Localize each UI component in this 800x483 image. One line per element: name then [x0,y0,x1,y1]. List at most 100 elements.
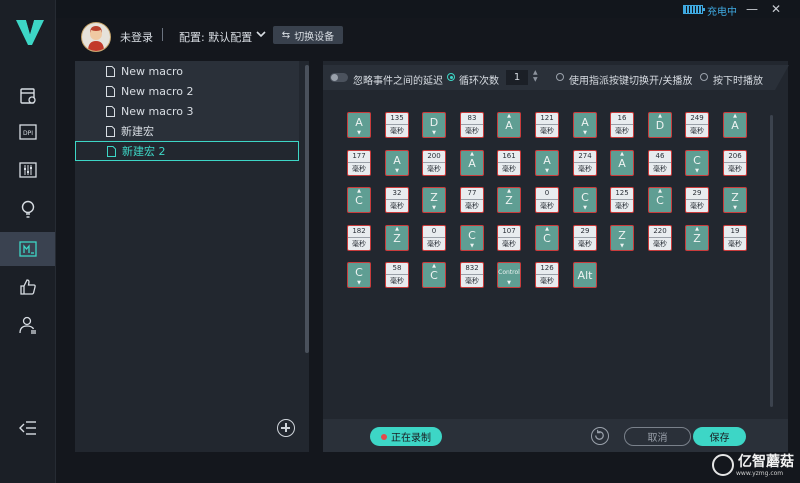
username[interactable]: 未登录 [120,29,153,45]
key-event[interactable]: C ▲ [347,187,371,213]
delay-event[interactable]: 107 毫秒 [497,225,521,251]
sidebar-item-dpi[interactable]: DPI [0,115,55,149]
macro-list-item[interactable]: New macro 3 [75,101,299,121]
macro-list-scrollbar[interactable] [305,65,309,353]
delay-event[interactable]: 29 毫秒 [573,225,597,251]
loop-count-stepper[interactable]: ▲ ▼ [533,69,538,83]
event-grid-scrollbar[interactable] [770,115,773,407]
delay-event[interactable]: 177 毫秒 [347,150,371,176]
macro-list-item-selected[interactable]: 新建宏 2 [75,141,299,161]
delay-event[interactable]: 58 毫秒 [385,262,409,288]
minimize-button[interactable]: — [746,2,758,16]
key-event[interactable]: A ▼ [347,112,371,138]
key-down-arrow-icon: ▼ [545,168,549,174]
delay-event[interactable]: 135 毫秒 [385,112,409,138]
delay-event[interactable]: 274 毫秒 [573,150,597,176]
key-event[interactable]: Z ▲ [685,225,709,251]
avatar[interactable] [81,22,111,52]
delay-event[interactable]: 19 毫秒 [723,225,747,251]
key-event[interactable]: D ▲ [648,112,672,138]
key-event[interactable]: C ▼ [573,187,597,213]
loop-count-input[interactable]: 1 [506,70,528,85]
delay-event[interactable]: 220 毫秒 [648,225,672,251]
key-event[interactable]: A ▲ [723,112,747,138]
delay-unit: 毫秒 [653,240,667,248]
macro-list-item[interactable]: 新建宏 [75,121,299,141]
sidebar-item-account[interactable] [0,308,55,342]
key-event[interactable]: Z ▲ [497,187,521,213]
delay-event[interactable]: 83 毫秒 [460,112,484,138]
key-event[interactable]: C ▼ [460,225,484,251]
watermark-logo-icon [712,454,734,476]
delay-event[interactable]: 161 毫秒 [497,150,521,176]
add-macro-button[interactable] [277,419,295,437]
delay-event[interactable]: 29 毫秒 [685,187,709,213]
cancel-button[interactable]: 取消 [624,427,691,446]
delay-event[interactable]: 126 毫秒 [535,262,559,288]
switch-device-button[interactable]: ⇆ 切换设备 [273,26,343,44]
reset-button[interactable] [591,427,609,445]
delay-event[interactable]: 121 毫秒 [535,112,559,138]
delay-event[interactable]: 46 毫秒 [648,150,672,176]
delay-event[interactable]: 832 毫秒 [460,262,484,288]
ignore-delay-toggle[interactable] [330,73,348,82]
key-event[interactable]: A ▼ [573,112,597,138]
ignore-delay-label: 忽略事件之间的延迟 [353,76,443,87]
key-event[interactable]: A ▲ [497,112,521,138]
delay-event[interactable]: 206 毫秒 [723,150,747,176]
key-event[interactable]: D ▼ [422,112,446,138]
delay-unit: 毫秒 [465,127,479,135]
file-icon [106,105,115,117]
close-button[interactable]: ✕ [771,2,781,16]
sidebar-item-light[interactable] [0,192,55,226]
key-event[interactable]: A ▲ [610,150,634,176]
key-event[interactable]: Z ▼ [610,225,634,251]
key-event[interactable]: C ▲ [535,225,559,251]
recording-button[interactable]: 正在录制 [370,427,442,446]
chevron-down-icon[interactable] [254,27,268,41]
config-select[interactable]: 配置: 默认配置 [179,29,252,45]
loop-count-label: 循环次数 [459,76,499,87]
key-down-arrow-icon: ▼ [395,168,399,174]
key-event[interactable]: A ▼ [535,150,559,176]
key-event[interactable]: C ▼ [685,150,709,176]
delay-event[interactable]: 0 毫秒 [422,225,446,251]
delay-unit: 毫秒 [502,240,516,248]
toggle-play-radio[interactable] [556,73,564,81]
key-event[interactable]: Alt [573,262,597,288]
sidebar-item-rating[interactable] [0,270,55,304]
delay-event[interactable]: 125 毫秒 [610,187,634,213]
key-event[interactable]: Z ▼ [723,187,747,213]
save-button[interactable]: 保存 [693,427,746,446]
sidebar-item-lighting[interactable] [0,153,55,187]
delay-event[interactable]: 249 毫秒 [685,112,709,138]
key-event[interactable]: Z ▲ [385,225,409,251]
delay-event[interactable]: 77 毫秒 [460,187,484,213]
key-event[interactable]: C ▲ [648,187,672,213]
key-event[interactable]: Control ▼ [497,262,521,288]
watermark-name: 亿智蘑菇 [738,454,794,470]
key-down-arrow-icon: ▼ [432,205,436,211]
delay-event[interactable]: 182 毫秒 [347,225,371,251]
delay-event[interactable]: 32 毫秒 [385,187,409,213]
collapse-sidebar-button[interactable] [0,411,55,445]
sidebar-item-macro[interactable] [0,232,55,266]
key-label: A [731,119,739,132]
key-event[interactable]: A ▼ [385,150,409,176]
loop-count-radio[interactable] [447,73,455,81]
sidebar-item-button-settings[interactable] [0,79,55,113]
hold-play-radio[interactable] [700,73,708,81]
delay-value: 135 [386,113,408,125]
macro-list-item[interactable]: New macro [75,61,299,81]
macro-list-item[interactable]: New macro 2 [75,81,299,101]
delay-event[interactable]: 0 毫秒 [535,187,559,213]
key-event[interactable]: C ▲ [422,262,446,288]
delay-event[interactable]: 200 毫秒 [422,150,446,176]
key-event[interactable]: Z ▼ [422,187,446,213]
delay-unit: 毫秒 [615,127,629,135]
key-event[interactable]: A ▲ [460,150,484,176]
key-event[interactable]: C ▼ [347,262,371,288]
delay-unit: 毫秒 [615,202,629,210]
delay-event[interactable]: 16 毫秒 [610,112,634,138]
delay-unit: 毫秒 [578,240,592,248]
